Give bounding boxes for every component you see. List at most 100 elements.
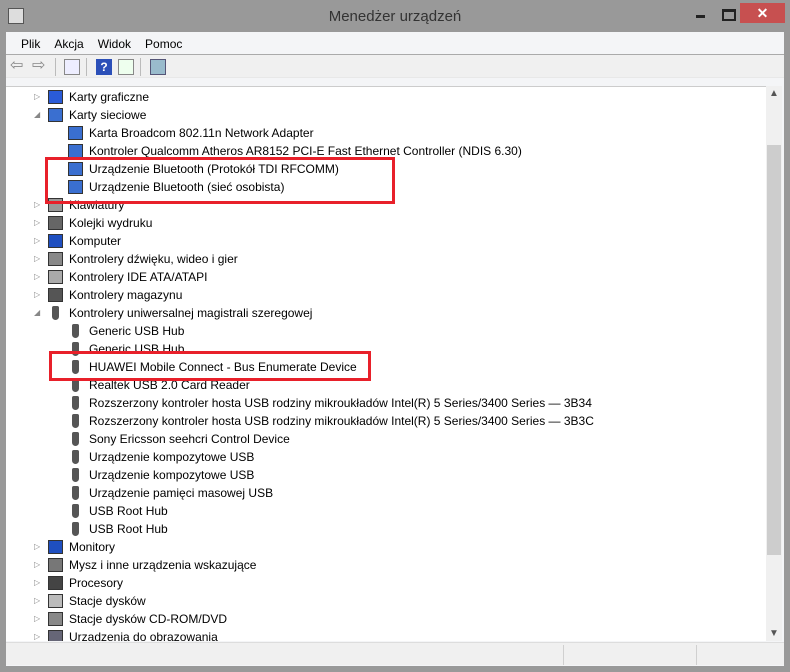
scroll-thumb[interactable] xyxy=(767,145,781,555)
tree-item-label: Kolejki wydruku xyxy=(69,216,153,230)
tree-item[interactable]: ▷ Kontrolery dźwięku, wideo i gier xyxy=(6,250,766,268)
collapse-arrow-icon[interactable]: ◢ xyxy=(34,106,44,124)
tree-item[interactable]: USB Root Hub xyxy=(6,520,766,538)
display-adapter-icon xyxy=(48,90,63,104)
highlight-box-huawei xyxy=(49,351,371,381)
maximize-button[interactable] xyxy=(720,3,740,23)
expand-arrow-icon[interactable]: ▷ xyxy=(34,250,44,268)
tree-item-label: Karta Broadcom 802.11n Network Adapter xyxy=(89,126,314,140)
expand-arrow-icon[interactable]: ▷ xyxy=(34,232,44,250)
expand-arrow-icon[interactable]: ▷ xyxy=(34,628,44,641)
usb-icon xyxy=(72,522,79,536)
tree-item-label: Kontrolery dźwięku, wideo i gier xyxy=(69,252,238,266)
tree-item[interactable]: ▷ Mysz i inne urządzenia wskazujące xyxy=(6,556,766,574)
tree-item[interactable]: USB Root Hub xyxy=(6,502,766,520)
forward-icon[interactable]: ⇨ xyxy=(32,58,48,75)
close-button[interactable]: ✕ xyxy=(740,3,785,23)
menu-widok[interactable]: Widok xyxy=(92,32,137,54)
usb-icon xyxy=(72,324,79,338)
tree-item-label: Stacje dysków CD-ROM/DVD xyxy=(69,612,228,626)
usb-icon xyxy=(72,468,79,482)
menu-akcja[interactable]: Akcja xyxy=(48,32,89,54)
tree-item[interactable]: Generic USB Hub xyxy=(6,322,766,340)
network-adapter-icon xyxy=(68,144,83,158)
tree-item-label: Urządzenie kompozytowe USB xyxy=(89,468,255,482)
tree-item-label: USB Root Hub xyxy=(89,522,168,536)
tree-item[interactable]: ▷ Urządzenia do obrazowania xyxy=(6,628,766,641)
tree-item[interactable]: Sony Ericsson seehcri Control Device xyxy=(6,430,766,448)
tree-item[interactable]: ▷ Karty graficzne xyxy=(6,88,766,106)
tree-item[interactable]: ▷ Monitory xyxy=(6,538,766,556)
action-pane-icon[interactable] xyxy=(118,59,134,75)
status-bar xyxy=(6,642,784,665)
status-divider xyxy=(696,645,697,665)
imaging-device-icon xyxy=(48,630,63,641)
toolbar-separator xyxy=(55,58,56,76)
tree-item-label: Rozszerzony kontroler hosta USB rodziny … xyxy=(89,396,592,410)
window-title: Menedżer urządzeń xyxy=(328,8,462,25)
minimize-button[interactable] xyxy=(693,3,713,23)
usb-icon xyxy=(72,432,79,446)
expand-arrow-icon[interactable]: ▷ xyxy=(34,574,44,592)
network-adapter-icon xyxy=(48,108,63,122)
mouse-icon xyxy=(48,558,63,572)
tree-item[interactable]: ▷ Kolejki wydruku xyxy=(6,214,766,232)
expand-arrow-icon[interactable]: ▷ xyxy=(34,610,44,628)
back-icon[interactable]: ⇦ xyxy=(10,58,26,75)
collapse-arrow-icon[interactable]: ◢ xyxy=(34,304,44,322)
tree-item-label: Urządzenie pamięci masowej USB xyxy=(89,486,274,500)
highlight-box-bluetooth xyxy=(45,157,395,204)
tree-item-label: USB Root Hub xyxy=(89,504,168,518)
tree-item[interactable]: ◢ Karty sieciowe xyxy=(6,106,766,124)
tree-item[interactable]: Karta Broadcom 802.11n Network Adapter xyxy=(6,124,766,142)
help-icon[interactable]: ? xyxy=(96,59,112,75)
tree-item[interactable]: ◢ Kontrolery uniwersalnej magistrali szer… xyxy=(6,304,766,322)
tree-item[interactable]: ▷ Stacje dysków CD-ROM/DVD xyxy=(6,610,766,628)
tree-item[interactable]: Rozszerzony kontroler hosta USB rodziny … xyxy=(6,412,766,430)
tree-item[interactable]: ▷ Komputer xyxy=(6,232,766,250)
tree-item-label: Stacje dysków xyxy=(69,594,146,608)
expand-arrow-icon[interactable]: ▷ xyxy=(34,592,44,610)
usb-icon xyxy=(72,396,79,410)
tree-item-label: Mysz i inne urządzenia wskazujące xyxy=(69,558,257,572)
tree-item-label: Kontrolery magazynu xyxy=(69,288,183,302)
expand-arrow-icon[interactable]: ▷ xyxy=(34,286,44,304)
usb-icon xyxy=(52,306,59,320)
tree-item-label: Urządzenia do obrazowania xyxy=(69,630,218,641)
speaker-icon xyxy=(48,252,63,266)
ide-controller-icon xyxy=(48,270,63,284)
tree-item[interactable]: ▷ Kontrolery IDE ATA/ATAPI xyxy=(6,268,766,286)
vertical-scrollbar[interactable]: ▲ ▼ xyxy=(766,86,782,641)
menu-pomoc[interactable]: Pomoc xyxy=(139,32,188,54)
usb-icon xyxy=(72,450,79,464)
scroll-down-icon[interactable]: ▼ xyxy=(766,628,782,639)
expand-arrow-icon[interactable]: ▷ xyxy=(34,268,44,286)
tree-item[interactable]: Rozszerzony kontroler hosta USB rodziny … xyxy=(6,394,766,412)
tree-item-label: Urządzenie kompozytowe USB xyxy=(89,450,255,464)
expand-arrow-icon[interactable]: ▷ xyxy=(34,538,44,556)
storage-controller-icon xyxy=(48,288,63,302)
tree-item-label: Kontrolery IDE ATA/ATAPI xyxy=(69,270,208,284)
expand-arrow-icon[interactable]: ▷ xyxy=(34,214,44,232)
tree-item[interactable]: ▷ Stacje dysków xyxy=(6,592,766,610)
tree-item[interactable]: Urządzenie kompozytowe USB xyxy=(6,448,766,466)
network-adapter-icon xyxy=(68,126,83,140)
tree-item[interactable]: ▷ Kontrolery magazynu xyxy=(6,286,766,304)
expand-arrow-icon[interactable]: ▷ xyxy=(34,196,44,214)
tree-item[interactable]: Urządzenie pamięci masowej USB xyxy=(6,484,766,502)
computer-icon xyxy=(48,234,63,248)
expand-arrow-icon[interactable]: ▷ xyxy=(34,88,44,106)
processor-icon xyxy=(48,576,63,590)
scan-hardware-icon[interactable] xyxy=(150,59,166,75)
toolbar-separator xyxy=(140,58,141,76)
scroll-up-icon[interactable]: ▲ xyxy=(766,88,782,99)
tree-item-label: Procesory xyxy=(69,576,124,590)
tree-item[interactable]: ▷ Procesory xyxy=(6,574,766,592)
tree-item-label: Generic USB Hub xyxy=(89,324,185,338)
menu-plik[interactable]: Plik xyxy=(15,32,46,54)
toolbar: ⇦ ⇨ ? xyxy=(6,55,784,78)
expand-arrow-icon[interactable]: ▷ xyxy=(34,556,44,574)
menu-bar: Plik Akcja Widok Pomoc xyxy=(6,32,784,55)
tree-item[interactable]: Urządzenie kompozytowe USB xyxy=(6,466,766,484)
show-hide-console-tree-icon[interactable] xyxy=(64,59,80,75)
